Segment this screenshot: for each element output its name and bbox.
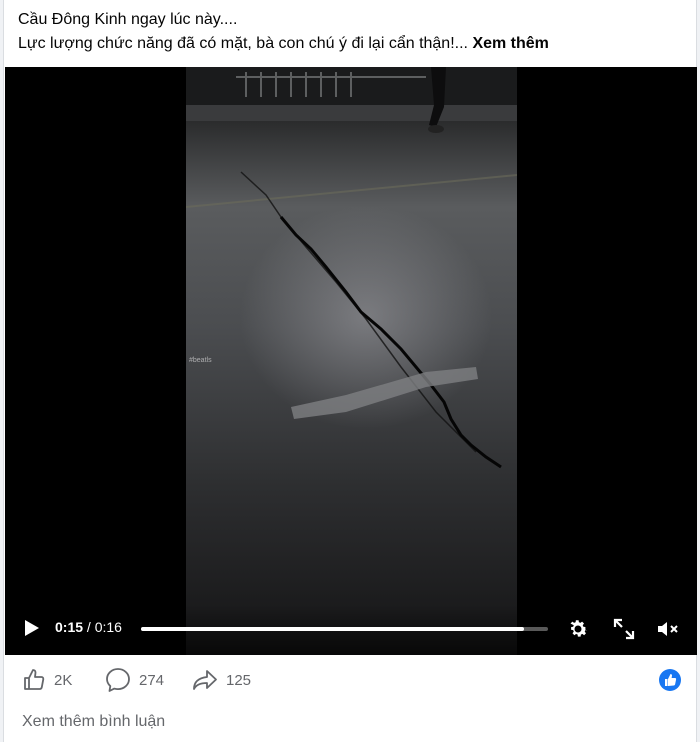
caption-line-2-text: Lực lượng chức năng đã có mặt, bà con ch… <box>18 35 468 52</box>
video-controls: 0:15 / 0:16 <box>5 605 697 655</box>
scene-lane-line <box>186 174 517 208</box>
share-button[interactable]: 125 <box>192 661 251 699</box>
like-reaction-badge <box>659 669 681 691</box>
caption-line-2: Lực lượng chức năng đã có mặt, bà con ch… <box>18 32 688 56</box>
comment-count: 274 <box>139 671 165 689</box>
like-count: 2K <box>54 671 73 689</box>
current-time: 0:15 <box>55 619 84 635</box>
progress-fill <box>141 627 524 631</box>
video-frame[interactable]: #beatls <box>186 67 517 655</box>
video-watermark: #beatls <box>189 357 212 364</box>
like-reaction-icon <box>665 674 677 686</box>
scene-joint <box>240 171 477 453</box>
muted-speaker-icon[interactable] <box>655 617 679 641</box>
duration: 0:16 <box>94 619 122 635</box>
time-separator: / <box>83 619 95 635</box>
scene-shoe <box>428 125 444 133</box>
scene-crack <box>279 216 502 469</box>
settings-icon[interactable] <box>566 617 590 641</box>
progress-bar[interactable] <box>141 627 548 631</box>
play-icon[interactable] <box>21 618 41 638</box>
thumbs-up-icon <box>24 669 45 690</box>
fullscreen-icon[interactable] <box>612 617 636 641</box>
post-actions: 2K 274 125 <box>4 661 698 699</box>
scene-road-patch <box>291 367 478 419</box>
video-scene <box>186 67 517 469</box>
comment-bubble-icon <box>106 668 130 692</box>
scene-curb <box>186 105 517 121</box>
view-more-comments-link[interactable]: Xem thêm bình luận <box>22 713 165 731</box>
video-time: 0:15 / 0:16 <box>55 619 122 635</box>
video-player[interactable]: #beatls 0:15 / 0:16 <box>5 67 697 655</box>
see-more-link[interactable]: Xem thêm <box>472 35 548 52</box>
comment-button[interactable]: 274 <box>105 661 164 699</box>
post-card: Cầu Đông Kinh ngay lúc này.... Lực lượng… <box>3 0 697 742</box>
share-arrow-icon <box>193 670 217 690</box>
like-button[interactable]: 2K <box>22 661 72 699</box>
share-count: 125 <box>226 671 252 689</box>
caption-line-1: Cầu Đông Kinh ngay lúc này.... <box>18 11 238 28</box>
post-caption: Cầu Đông Kinh ngay lúc này.... Lực lượng… <box>18 8 688 56</box>
